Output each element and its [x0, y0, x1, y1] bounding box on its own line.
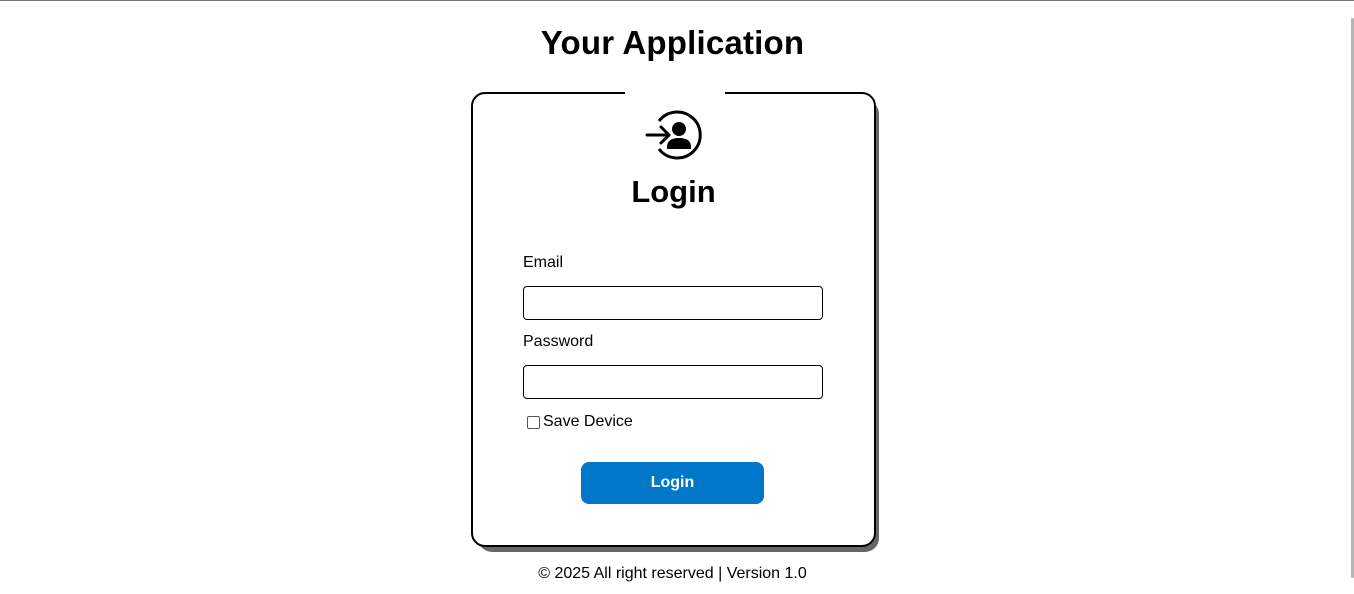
login-title: Login — [631, 174, 716, 209]
login-user-icon — [645, 110, 702, 160]
email-field[interactable] — [523, 286, 823, 320]
login-button[interactable]: Login — [581, 462, 764, 504]
top-border — [0, 0, 1354, 1]
password-field[interactable] — [523, 365, 823, 399]
email-label: Email — [523, 254, 564, 271]
app-title: Your Application — [540, 24, 805, 61]
password-label: Password — [523, 333, 594, 350]
save-device-label[interactable]: Save Device — [543, 413, 633, 431]
save-device-row: Save Device — [527, 412, 633, 432]
card-border-gap — [625, 91, 725, 96]
footer-text: © 2025 All right reserved | Version 1.0 — [538, 565, 807, 582]
login-card: Login Email Password Save Device Login — [471, 91, 876, 547]
save-device-checkbox[interactable] — [527, 415, 540, 429]
